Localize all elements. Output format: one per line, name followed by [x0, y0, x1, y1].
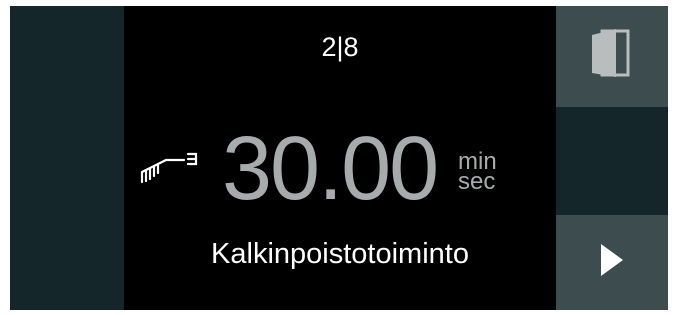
appliance-display: 2|8 30.00 min sec Kalkinpoistotoiminto	[10, 6, 668, 310]
left-side-panel	[10, 6, 124, 310]
play-arrow-icon	[597, 242, 627, 283]
descaling-brush-icon	[136, 150, 206, 191]
next-button[interactable]	[556, 215, 668, 310]
timer-value: 30.00	[222, 119, 439, 219]
unit-seconds: sec	[458, 168, 496, 195]
door-button[interactable]	[556, 6, 668, 107]
program-name: Kalkinpoistotoiminto	[211, 238, 469, 270]
timer-display: 30.00 min sec	[124, 124, 556, 214]
timer-units: min sec	[458, 150, 497, 195]
right-button-column	[556, 6, 668, 310]
empty-button-slot	[556, 107, 668, 215]
door-icon	[588, 27, 636, 86]
step-indicator: 2|8	[321, 32, 359, 62]
